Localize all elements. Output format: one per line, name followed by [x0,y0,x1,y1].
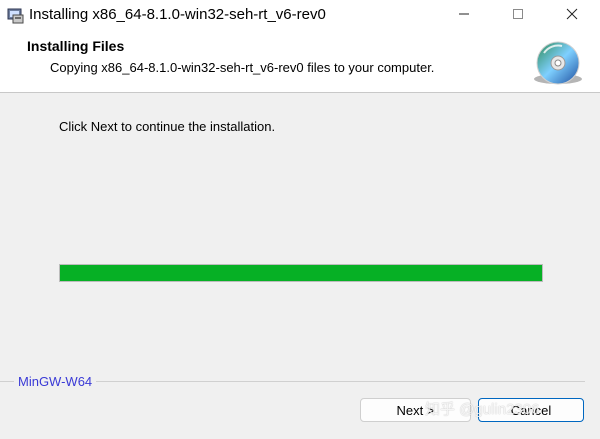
cancel-button[interactable]: Cancel [478,398,584,422]
branding-text: MinGW-W64 [14,374,97,389]
progress-fill [60,265,542,281]
installer-window: Installing x86_64-8.1.0-win32-seh-rt_v6-… [0,0,600,439]
window-title: Installing x86_64-8.1.0-win32-seh-rt_v6-… [29,6,326,23]
installation-progress-bar [59,264,543,282]
minimize-icon [458,7,470,25]
next-button[interactable]: Next > [360,398,471,422]
close-button[interactable] [546,0,598,32]
close-icon [566,7,578,25]
wizard-header: Installing Files Copying x86_64-8.1.0-wi… [0,32,600,93]
title-bar[interactable]: Installing x86_64-8.1.0-win32-seh-rt_v6-… [0,0,600,32]
header-title: Installing Files [27,38,125,54]
instruction-text: Click Next to continue the installation. [59,119,276,134]
maximize-button[interactable] [492,0,544,32]
cd-install-icon [532,39,584,85]
maximize-icon [512,7,524,25]
installer-app-icon [7,7,25,25]
header-subtitle: Copying x86_64-8.1.0-win32-seh-rt_v6-rev… [50,60,435,75]
minimize-button[interactable] [438,0,490,32]
